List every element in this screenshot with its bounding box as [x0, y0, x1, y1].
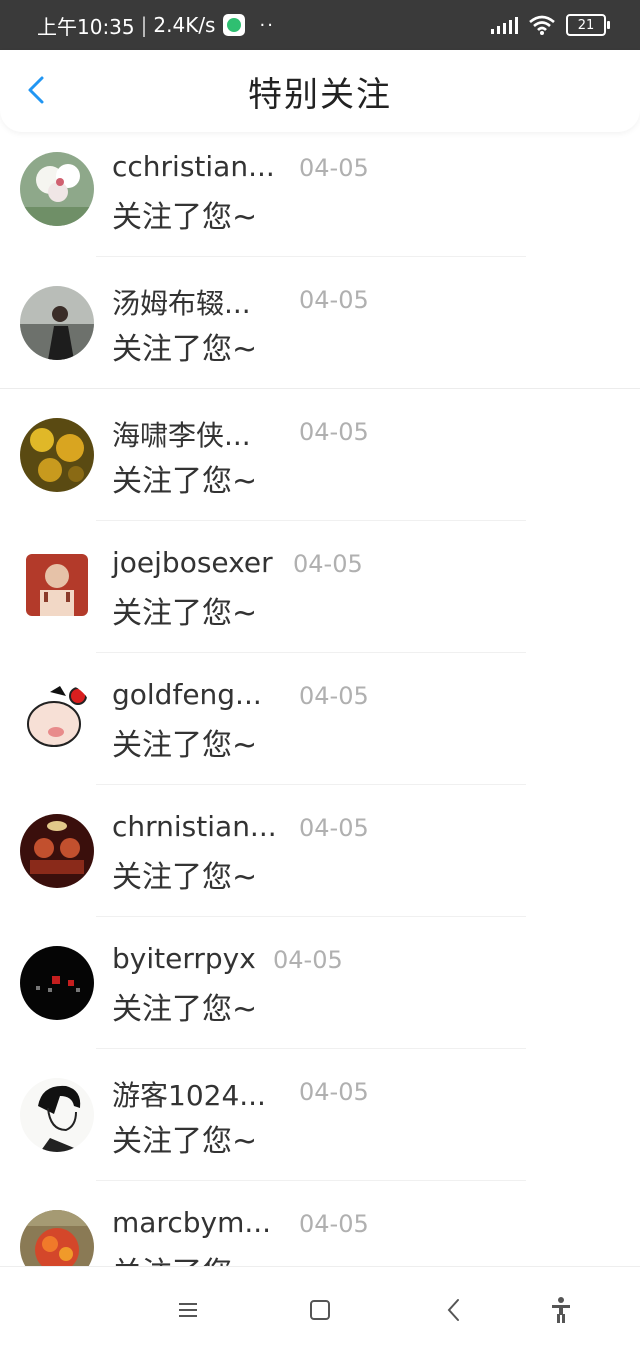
message-text: 关注了您~	[112, 464, 258, 499]
message-text: 关注了您~	[112, 332, 258, 367]
avatar[interactable]	[20, 1078, 94, 1152]
user-name[interactable]: chrnistian...	[112, 810, 277, 843]
avatar[interactable]	[20, 152, 94, 226]
message-text: 关注了您~	[112, 860, 258, 895]
message-text: 关注了您~	[112, 728, 258, 763]
home-square-icon[interactable]	[304, 1294, 336, 1326]
list-item[interactable]: joejbosexer 04-05 关注了您~	[0, 528, 640, 660]
status-left: 上午10:35 | 2.4K/s ··	[0, 11, 275, 40]
list-item[interactable]: 汤姆布辍... 04-05 关注了您~	[0, 264, 640, 396]
divider	[96, 256, 526, 257]
user-name[interactable]: 汤姆布辍...	[112, 282, 251, 322]
status-right: 21	[491, 14, 640, 36]
divider	[96, 916, 526, 917]
message-text: 关注了您~	[112, 596, 258, 631]
divider	[96, 652, 526, 653]
date-label: 04-05	[299, 1210, 369, 1238]
list-item[interactable]: goldfeng... 04-05 关注了您~	[0, 660, 640, 792]
message-text: 关注了您~	[112, 992, 258, 1027]
page-header: 特别关注	[0, 50, 640, 132]
back-icon[interactable]	[20, 72, 56, 108]
divider	[0, 388, 640, 389]
list-item[interactable]: 海啸李侠... 04-05 关注了您~	[0, 396, 640, 528]
list-item[interactable]: 游客1024... 04-05 关注了您~	[0, 1056, 640, 1188]
date-label: 04-05	[299, 682, 369, 710]
message-text: 关注了您~	[112, 200, 258, 235]
list-item[interactable]: chrnistian... 04-05 关注了您~	[0, 792, 640, 924]
list-item[interactable]: marcbym... 04-05 关注了您	[0, 1188, 640, 1266]
user-name[interactable]: byiterrpyx	[112, 942, 256, 975]
avatar[interactable]	[20, 1210, 94, 1266]
status-time: 上午10:35	[37, 14, 135, 39]
date-label: 04-05	[299, 286, 369, 314]
user-name[interactable]: 海啸李侠...	[112, 414, 251, 454]
date-label: 04-05	[299, 814, 369, 842]
user-name[interactable]: cchristian...	[112, 150, 275, 183]
wifi-icon	[529, 15, 555, 35]
nav-back-icon[interactable]	[439, 1294, 471, 1326]
divider	[96, 784, 526, 785]
avatar[interactable]	[20, 682, 94, 756]
avatar[interactable]	[20, 286, 94, 360]
system-navigation-bar	[0, 1266, 640, 1352]
status-separator: |	[140, 13, 148, 37]
list-item[interactable]: byiterrpyx 04-05 关注了您~	[0, 924, 640, 1056]
battery-icon: 21	[566, 14, 610, 36]
status-bar: 上午10:35 | 2.4K/s ·· 21	[0, 0, 640, 50]
signal-icon	[491, 16, 518, 34]
battery-level: 21	[577, 17, 595, 33]
user-name[interactable]: marcbym...	[112, 1206, 271, 1239]
accessibility-icon[interactable]	[545, 1294, 577, 1326]
network-speed: 2.4K/s	[153, 13, 216, 37]
divider	[96, 1048, 526, 1049]
page-title: 特别关注	[248, 74, 392, 115]
avatar[interactable]	[20, 946, 94, 1020]
user-name[interactable]: 游客1024...	[112, 1074, 266, 1114]
divider	[96, 1180, 526, 1181]
date-label: 04-05	[293, 550, 363, 578]
user-name[interactable]: joejbosexer	[112, 546, 273, 579]
follower-list: cchristian... 04-05 关注了您~ 汤姆布辍... 04-05 …	[0, 132, 640, 1266]
app-notification-icon	[223, 14, 246, 36]
message-text: 关注了您	[112, 1248, 232, 1266]
avatar[interactable]	[26, 554, 88, 616]
date-label: 04-05	[299, 154, 369, 182]
date-label: 04-05	[273, 946, 343, 974]
avatar[interactable]	[20, 418, 94, 492]
user-name[interactable]: goldfeng...	[112, 678, 262, 711]
list-item[interactable]: cchristian... 04-05 关注了您~	[0, 132, 640, 264]
divider	[96, 520, 526, 521]
date-label: 04-05	[299, 418, 369, 446]
menu-icon[interactable]	[172, 1294, 204, 1326]
message-text: 关注了您~	[112, 1124, 258, 1159]
avatar[interactable]	[20, 814, 94, 888]
more-notifications-icon: ··	[259, 14, 275, 36]
date-label: 04-05	[299, 1078, 369, 1106]
